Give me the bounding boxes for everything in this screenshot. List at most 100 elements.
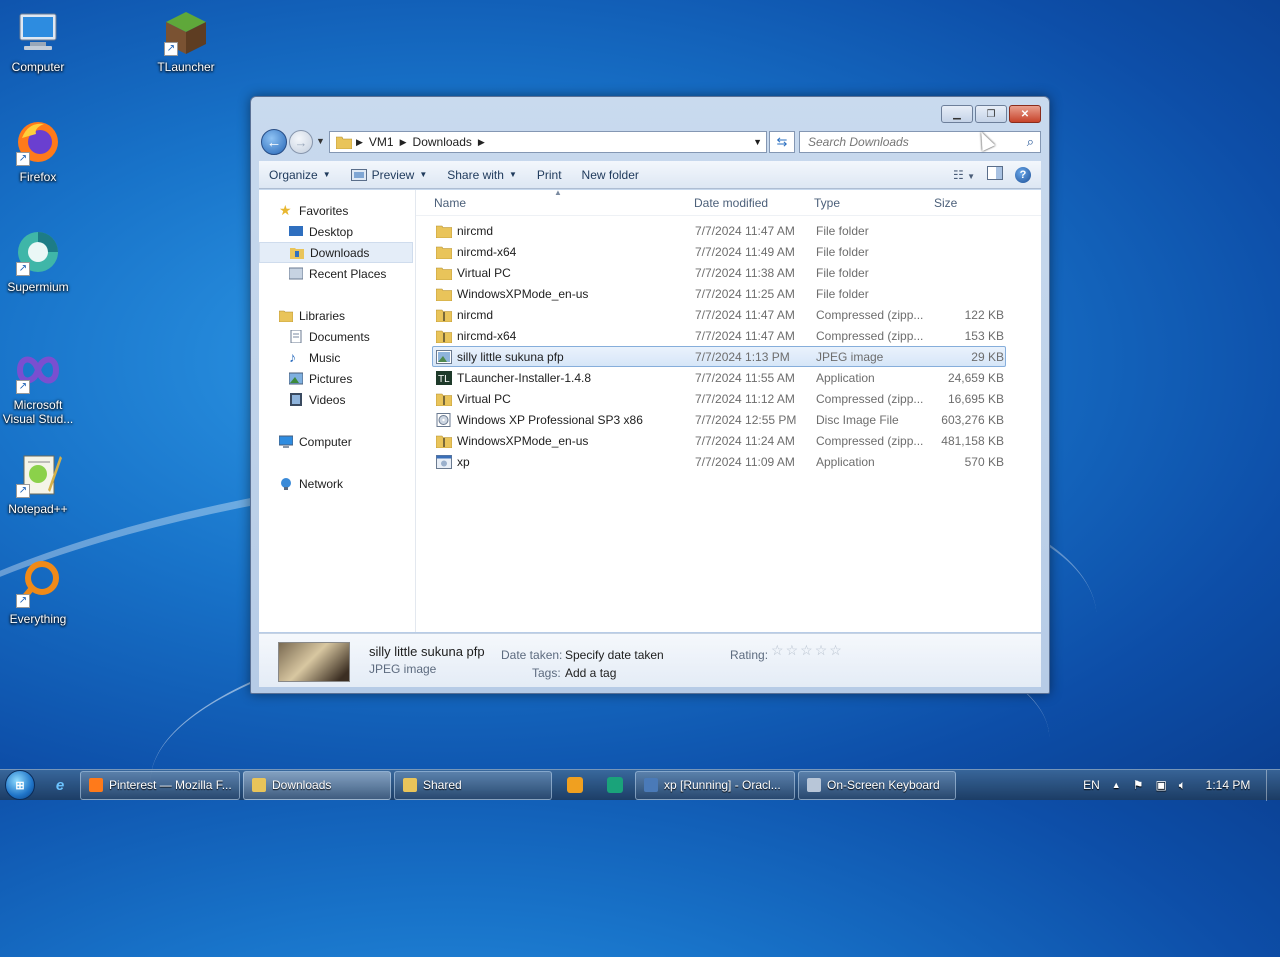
file-row[interactable]: TL TLauncher-Installer-1.4.8 7/7/2024 11:5… [432,367,1006,388]
desktop-icon-computer[interactable]: Computer [0,8,76,74]
breadcrumb-separator-icon[interactable]: ▶ [356,137,363,148]
desktop-icon-tlauncher[interactable]: ↗ TLauncher [148,8,224,74]
nav-recent-places[interactable]: Recent Places [259,263,415,284]
close-button[interactable]: ✕ [1009,105,1041,123]
star-icon[interactable]: ☆ [829,642,844,658]
file-size: 16,695 KB [947,391,1004,406]
preview-button[interactable]: Preview ▼ [341,163,438,187]
start-button[interactable]: ⊞ [0,770,40,801]
breadcrumb-separator-icon[interactable]: ▶ [400,137,407,148]
explorer-window[interactable]: ▁ ❐ ✕ ← → ▼ ▶ VM1 ▶ Downloads ▶ ▼ ⇆ ⌕ Or… [250,96,1050,694]
address-bar[interactable]: ▶ VM1 ▶ Downloads ▶ ▼ [329,131,767,153]
share-with-button[interactable]: Share with ▼ [437,163,527,187]
file-name-cell: nircmd-x64 [433,329,695,343]
nav-documents[interactable]: Documents [259,326,415,347]
language-indicator[interactable]: EN [1083,778,1100,792]
print-button[interactable]: Print [527,163,572,187]
view-options-icon[interactable]: ☷ ▼ [953,168,975,182]
file-name: Windows XP Professional SP3 x86 [457,412,643,427]
nav-computer[interactable]: Computer [259,431,415,452]
taskbar-button[interactable]: xp [Running] - Oracl... [635,770,795,800]
search-box[interactable]: ⌕ [799,131,1041,153]
file-row[interactable]: nircmd 7/7/2024 11:47 AM File folder [432,220,1006,241]
videos-icon [290,393,302,406]
refresh-button[interactable]: ⇆ [769,131,795,153]
action-center-flag-icon[interactable]: ⚑ [1133,778,1144,792]
forward-button[interactable]: → [289,130,313,154]
file-row[interactable]: WindowsXPMode_en-us 7/7/2024 11:25 AM File… [432,283,1006,304]
file-row[interactable]: nircmd-x64 7/7/2024 11:47 AM Compressed (z… [432,325,1006,346]
column-header-type[interactable]: Type [814,196,934,210]
breadcrumb-item[interactable]: Downloads [413,135,472,149]
desktop-icon-visual-studio[interactable]: ↗ Microsoft Visual Stud... [0,346,76,426]
file-row[interactable]: nircmd 7/7/2024 11:47 AM Compressed (zipp.… [432,304,1006,325]
address-dropdown-icon[interactable]: ▼ [753,137,762,147]
back-button[interactable]: ← [261,129,287,155]
file-row[interactable]: silly little sukuna pfp 7/7/2024 1:13 PM J… [432,346,1006,367]
sort-ascending-icon: ▲ [554,188,562,197]
file-row[interactable]: xp 7/7/2024 11:09 AM Application 570 KB [432,451,1006,472]
nav-favorites[interactable]: ★ Favorites [259,200,415,221]
nav-network[interactable]: Network [259,473,415,494]
volume-icon[interactable]: 🔈︎ [1179,778,1186,793]
date-taken-field[interactable]: Specify date taken [565,648,664,662]
star-icon[interactable]: ☆ [771,642,786,658]
rating-stars[interactable]: ☆☆☆☆☆ [771,642,844,659]
windows-logo-icon: ⊞ [5,770,35,800]
minimize-button[interactable]: ▁ [941,105,973,123]
breadcrumb-item[interactable]: VM1 [369,135,394,149]
file-row[interactable]: Windows XP Professional SP3 x86 7/7/2024 … [432,409,1006,430]
pictures-icon [289,372,303,385]
computer-icon [14,8,62,56]
star-icon[interactable]: ☆ [786,642,801,658]
help-icon[interactable]: ? [1015,166,1031,183]
star-icon[interactable]: ☆ [800,642,815,658]
rating-label: Rating: [730,648,769,662]
show-hidden-icons-icon[interactable]: ▲ [1112,780,1121,790]
chevron-down-icon: ▼ [322,170,331,179]
taskbar-button[interactable]: Downloads [243,770,391,800]
file-name: nircmd-x64 [457,244,517,259]
taskbar-button[interactable]: Pinterest — Mozilla F... [80,770,240,800]
desktop-icon [289,226,303,236]
file-row[interactable]: Virtual PC 7/7/2024 11:38 AM File folder [432,262,1006,283]
star-icon[interactable]: ☆ [815,642,830,658]
tags-field[interactable]: Add a tag [565,666,616,680]
new-folder-button[interactable]: New folder [572,163,649,187]
nav-downloads[interactable]: Downloads [259,242,413,263]
column-header-name[interactable]: Name [416,196,694,210]
desktop-icon-everything[interactable]: ↗ Everything [0,560,76,626]
taskbar-pin-media-player[interactable] [555,771,595,800]
network-tray-icon[interactable]: ▣ [1155,778,1166,792]
show-desktop-button[interactable] [1266,769,1280,801]
file-row[interactable]: Virtual PC 7/7/2024 11:12 AM Compressed (z… [432,388,1006,409]
recent-places-icon [289,267,303,280]
desktop-icon-label: Notepad++ [8,502,68,516]
clock[interactable]: 1:14 PM [1198,778,1258,792]
organize-button[interactable]: Organize ▼ [259,163,341,187]
breadcrumb-separator-icon[interactable]: ▶ [478,137,485,148]
recent-pages-dropdown[interactable]: ▼ [316,136,325,146]
file-row[interactable]: nircmd-x64 7/7/2024 11:49 AM File folder [432,241,1006,262]
file-size: 122 KB [964,307,1004,322]
taskbar-button[interactable]: On-Screen Keyboard [798,770,956,800]
taskbar-pin-chat-app[interactable] [595,771,635,800]
nav-music[interactable]: ♪ Music [259,347,415,368]
nav-desktop[interactable]: Desktop [259,221,415,242]
desktop-icon-notepadpp[interactable]: ↗ Notepad++ [0,450,76,516]
maximize-button[interactable]: ❐ [975,105,1007,123]
taskbar-pin-ie[interactable]: e [40,771,80,800]
column-header-date[interactable]: Date modified [694,196,814,210]
taskbar-button[interactable]: Shared [394,770,552,800]
desktop-icon-supermium[interactable]: ↗ Supermium [0,228,76,294]
nav-videos[interactable]: Videos [259,389,415,410]
nav-label: Pictures [309,371,353,386]
column-header-size[interactable]: Size [934,196,1004,210]
file-name: TLauncher-Installer-1.4.8 [457,370,592,385]
nav-libraries[interactable]: Libraries [259,305,415,326]
desktop-icon-firefox[interactable]: ↗ Firefox [0,118,76,184]
preview-pane-icon[interactable] [987,166,1003,183]
file-row[interactable]: WindowsXPMode_en-us 7/7/2024 11:24 AM Comp… [432,430,1006,451]
nav-pictures[interactable]: Pictures [259,368,415,389]
search-icon[interactable]: ⌕ [1027,134,1034,150]
